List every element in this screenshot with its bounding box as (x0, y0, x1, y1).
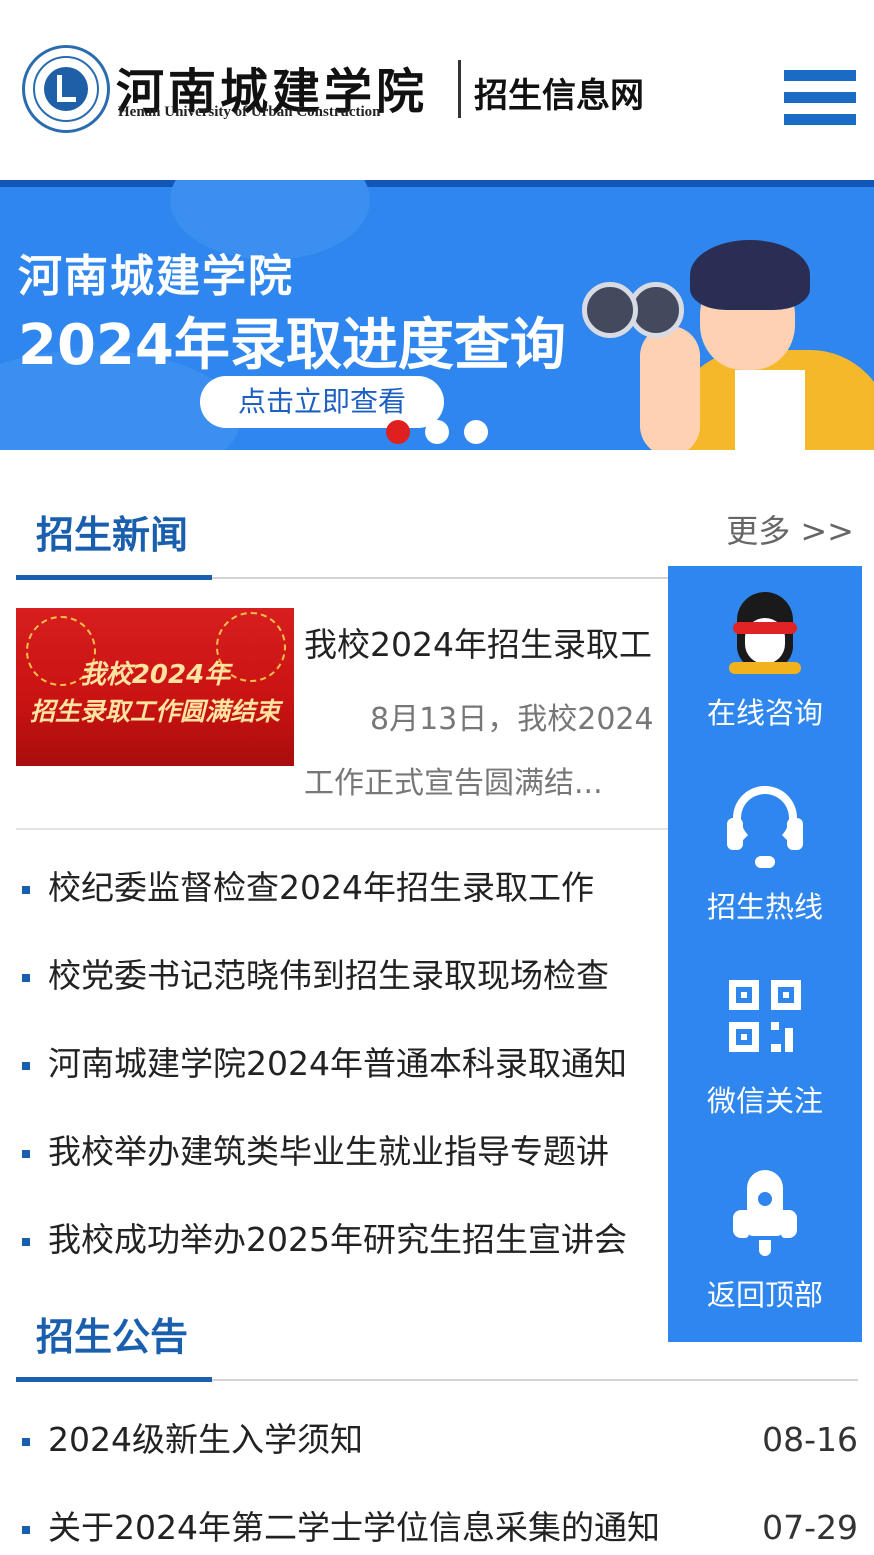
notices-section-divider (16, 1377, 858, 1382)
news-list-item[interactable]: 校纪委监督检查2024年招生录取工作 (22, 858, 672, 918)
side-item-label: 微信关注 (706, 1084, 823, 1118)
side-item-label: 在线咨询 (706, 696, 823, 730)
banner-subheading: 2024年录取进度查询 (18, 313, 566, 378)
site-name: 招生信息网 (474, 76, 644, 116)
news-list-item[interactable]: 校党委书记范晓伟到招生录取现场检查 (22, 946, 672, 1006)
news-list-item[interactable]: 我校举办建筑类毕业生就业指导专题讲 (22, 1122, 672, 1182)
wechat-follow-button[interactable]: 微信关注 (668, 954, 862, 1148)
university-name-en: Henan University of Urban Construction (118, 104, 381, 120)
banner-cta-button[interactable]: 点击立即查看 (200, 376, 444, 428)
carousel-dot-2[interactable] (425, 420, 449, 444)
side-item-label: 返回顶部 (706, 1278, 823, 1312)
qr-code-icon (725, 976, 805, 1064)
notices-section-title: 招生公告 (36, 1315, 189, 1359)
notice-date: 07-29 (762, 1508, 858, 1547)
logo-divider (458, 60, 461, 118)
floating-contact-panel: 在线咨询 招生热线 微信关注 返回顶部 (668, 566, 862, 1342)
carousel-dot-1[interactable] (386, 420, 410, 444)
news-list-item[interactable]: 我校成功举办2025年研究生招生宣讲会 (22, 1210, 672, 1270)
featured-news-summary: 8月13日，我校2024工作正式宣告圆满结... (304, 702, 654, 801)
rocket-icon (725, 1170, 805, 1258)
university-seal-logo[interactable] (22, 45, 110, 133)
notice-list-item[interactable]: 关于2024年第二学士学位信息采集的通知 07-29 (22, 1498, 862, 1555)
headset-icon (725, 782, 805, 870)
notice-list-item[interactable]: 2024级新生入学须知 08-16 (22, 1410, 862, 1470)
side-item-label: 招生热线 (706, 890, 823, 924)
news-section-title: 招生新闻 (36, 513, 189, 557)
site-header: 河南城建学院 Henan University of Urban Constru… (0, 0, 874, 180)
hero-banner[interactable]: 河南城建学院 2024年录取进度查询 点击立即查看 (0, 180, 874, 450)
binoculars-illustration (570, 240, 874, 450)
qq-penguin-icon (725, 588, 805, 676)
featured-news-title[interactable]: 我校2024年招生录取工 (304, 618, 674, 666)
hotline-button[interactable]: 招生热线 (668, 760, 862, 954)
news-more-link[interactable]: 更多 >> (726, 506, 854, 552)
online-consult-button[interactable]: 在线咨询 (668, 566, 862, 760)
carousel-dot-3[interactable] (464, 420, 488, 444)
hamburger-menu-icon[interactable] (784, 70, 856, 126)
featured-news-image[interactable]: 我校2024年 招生录取工作圆满结束 (16, 608, 294, 766)
notice-date: 08-16 (762, 1420, 858, 1459)
banner-heading: 河南城建学院 (18, 251, 294, 302)
news-list-item[interactable]: 河南城建学院2024年普通本科录取通知 (22, 1034, 672, 1094)
back-to-top-button[interactable]: 返回顶部 (668, 1148, 862, 1342)
